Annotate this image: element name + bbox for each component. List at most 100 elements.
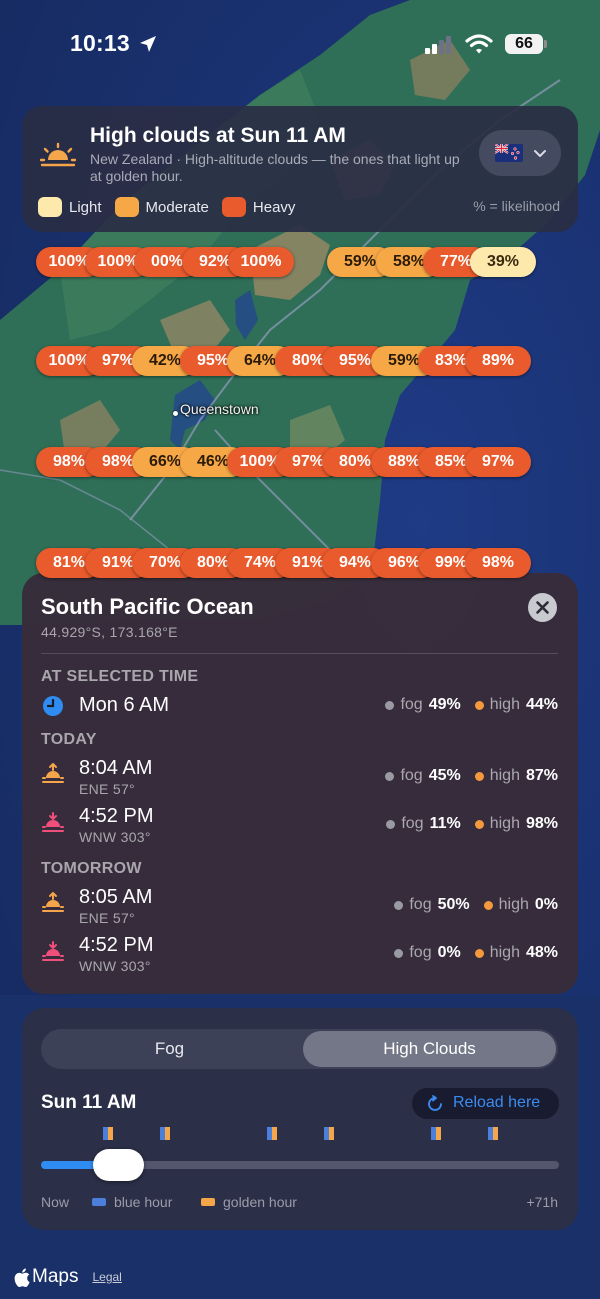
high-label: high [498,896,529,913]
sunrise-icon [42,763,64,783]
selected-time: Mon 6 AM [79,694,170,716]
battery-level: 66 [505,34,543,54]
wifi-icon [465,34,493,54]
reload-label: Reload here [453,1094,541,1111]
likelihood-pill[interactable]: 89% [465,346,531,376]
cellular-signal-icon [425,36,451,54]
apple-logo-icon [14,1268,30,1287]
high-label: high [489,696,520,713]
time-slider-thumb[interactable] [92,1149,144,1181]
legend-item-heavy: Heavy [221,197,296,217]
tomorrow-sunset-time: 4:52 PM [79,934,154,956]
high-dot [474,948,484,958]
likelihood-pill[interactable]: 39% [470,247,536,277]
high-dot [474,700,484,710]
battery-tip [544,40,547,48]
fog-dot [385,700,395,710]
fog-label: fog [400,696,423,713]
high-value: 44% [525,696,558,713]
golden-hour-label: golden hour [223,1194,297,1210]
clock-icon [43,696,63,716]
close-icon [536,601,549,614]
twilight-marker [324,1127,334,1140]
maps-attribution: Maps Legal [14,1266,122,1288]
segment-high-clouds[interactable]: High Clouds [303,1031,556,1067]
fog-value: 50% [437,896,470,913]
section-header-tomorrow: TOMORROW [41,860,142,877]
layer-segmented-control: Fog High Clouds [41,1029,558,1069]
fog-dot [394,900,404,910]
fog-value: 49% [428,696,461,713]
selected-metrics: fog 49% high 44% [385,696,558,714]
fog-label: fog [401,815,424,832]
legend-swatch-moderate [114,197,139,217]
place-dot [173,411,178,416]
high-value: 0% [534,896,558,913]
region-picker-button[interactable] [479,130,561,176]
close-button[interactable] [528,593,557,622]
legend-item-light: Light [38,197,102,217]
twilight-marker [160,1127,170,1140]
high-value: 87% [525,767,558,784]
today-sunrise-metrics: fog 45% high 87% [385,767,558,785]
likelihood-note: % = likelihood [473,198,560,214]
blue-hour-label: blue hour [114,1194,173,1210]
high-label: high [489,815,520,832]
likelihood-pill[interactable]: 97% [465,447,531,477]
tomorrow-sunset-direction: WNW 303° [79,958,151,974]
scale-end-label: +71h [526,1194,558,1210]
twilight-marker [488,1127,498,1140]
twilight-marker [431,1127,441,1140]
legend-swatch-light [38,197,62,217]
maps-brand-label: Maps [32,1266,79,1287]
divider [41,653,558,654]
scale-start-label: Now [41,1194,70,1210]
likelihood-pill[interactable]: 98% [465,548,531,578]
chevron-down-icon [534,150,546,157]
location-coordinates: 44.929°S, 173.168°E [41,624,178,640]
today-sunset-time: 4:52 PM [79,805,154,827]
fog-value: 0% [437,944,461,961]
golden-hour-sun-icon [40,142,76,167]
legal-link[interactable]: Legal [92,1270,121,1284]
legend-label-light: Light [69,198,102,216]
slider-selected-time: Sun 11 AM [41,1092,137,1113]
fog-dot [385,771,395,781]
sunrise-icon [42,892,64,912]
layer-title: High clouds at Sun 11 AM [90,124,346,147]
legend-label-heavy: Heavy [252,198,296,216]
high-value: 48% [525,944,558,961]
fog-dot [386,819,396,829]
legend-blue-hour: blue hour [92,1194,172,1210]
location-arrow-icon [140,36,156,52]
today-sunrise-direction: ENE 57° [79,781,135,797]
tomorrow-sunrise-metrics: fog 50% high 0% [394,896,558,914]
section-header-today: TODAY [41,731,97,748]
high-label: high [489,944,520,961]
high-label: high [489,767,520,784]
segment-fog[interactable]: Fog [43,1031,296,1067]
legend-golden-hour: golden hour [201,1194,297,1210]
high-dot [474,771,484,781]
reload-here-button[interactable]: Reload here [412,1088,559,1119]
high-dot [483,900,493,910]
sunset-icon [42,941,64,961]
high-value: 98% [525,815,558,832]
twilight-marker [103,1127,113,1140]
golden-hour-swatch [201,1198,215,1206]
location-detail-card: South Pacific Ocean 44.929°S, 173.168°E … [22,573,578,994]
fog-dot [394,948,404,958]
fog-value: 45% [428,767,461,784]
high-dot [474,819,484,829]
tomorrow-sunrise-time: 8:05 AM [79,886,153,908]
cloud-level-legend: Light Moderate Heavy [38,195,308,219]
location-name: South Pacific Ocean [41,594,254,619]
likelihood-pill[interactable]: 100% [228,247,294,277]
maps-brand: Maps [14,1266,78,1288]
fog-label: fog [400,767,423,784]
fog-label: fog [409,944,432,961]
place-label-queenstown[interactable]: Queenstown [180,401,259,417]
time-control-card: Fog High Clouds Sun 11 AM Reload here No… [22,1008,578,1230]
blue-hour-swatch [92,1198,106,1206]
legend-item-moderate: Moderate [114,197,209,217]
